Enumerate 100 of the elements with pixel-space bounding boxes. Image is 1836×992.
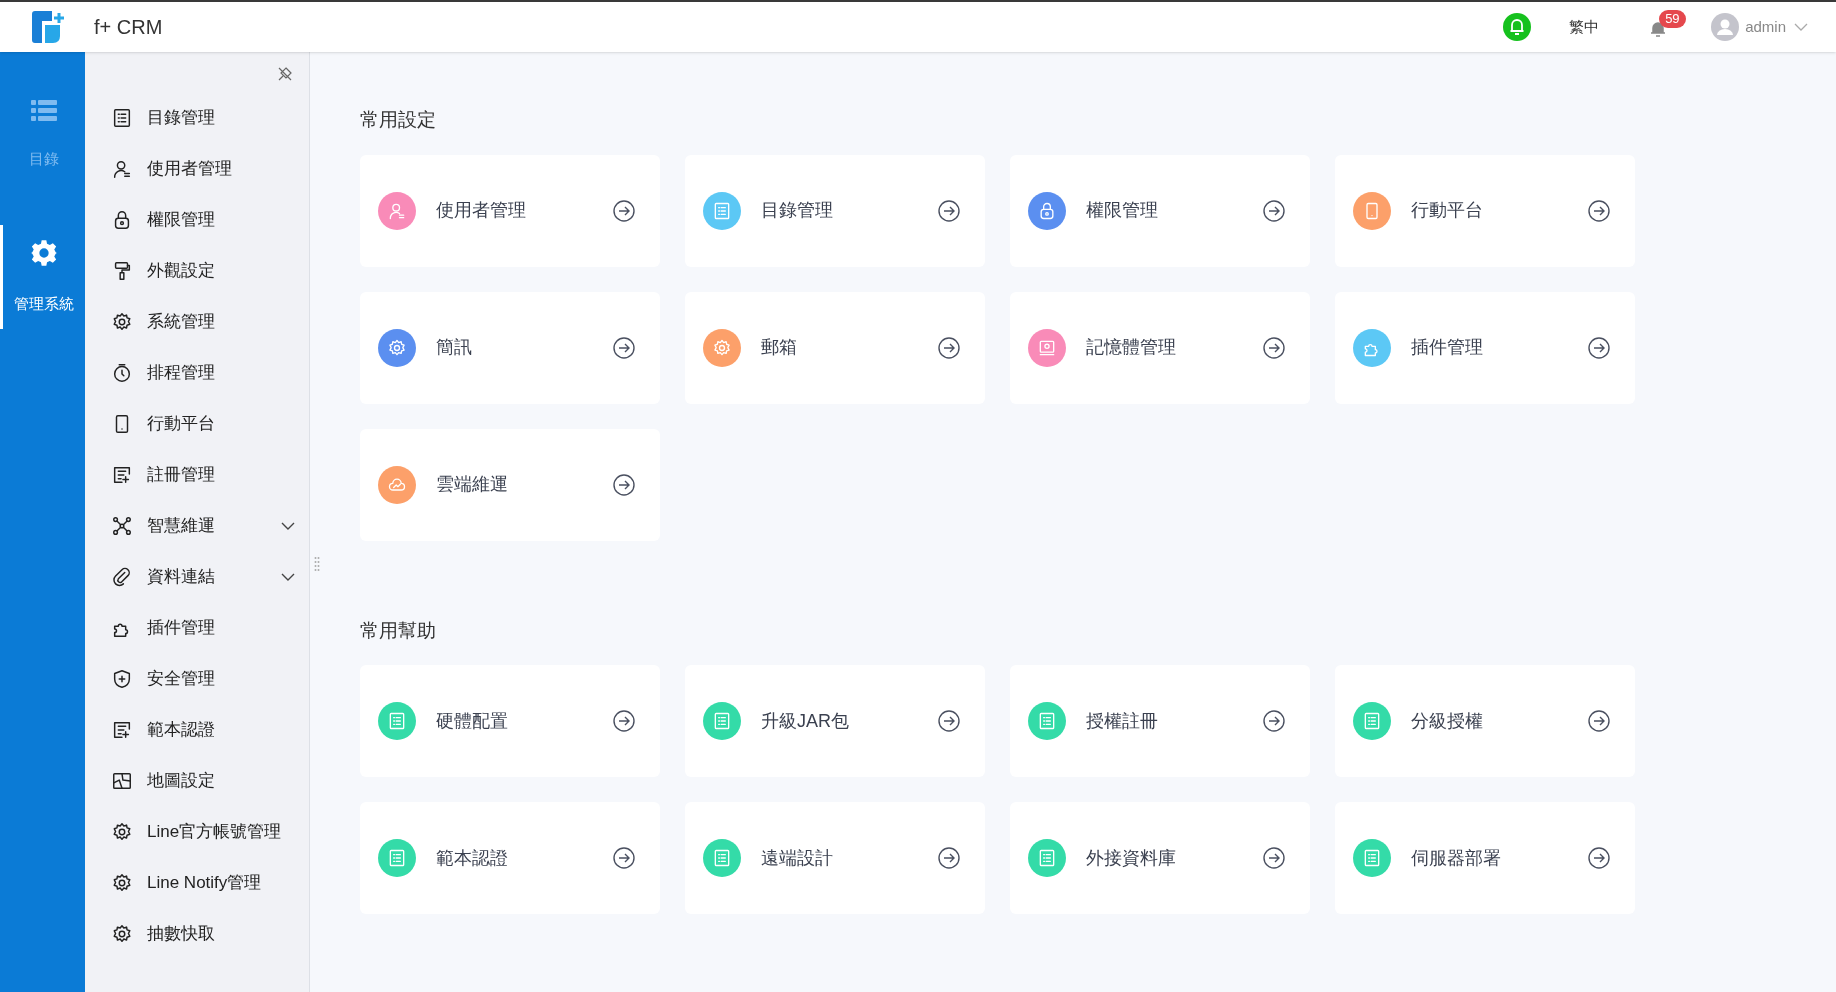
menu-item[interactable]: 使用者管理 bbox=[85, 143, 309, 194]
arrow-right-circle-icon[interactable] bbox=[938, 336, 960, 359]
arrow-right-circle-icon[interactable] bbox=[1588, 199, 1610, 222]
arrow-right-circle-icon[interactable] bbox=[1588, 847, 1610, 869]
card-label: 遠端設計 bbox=[761, 846, 833, 870]
list-icon bbox=[1362, 848, 1382, 868]
list-icon bbox=[712, 200, 732, 221]
arrow-right-circle-icon[interactable] bbox=[1588, 336, 1610, 359]
chevron-down-icon[interactable] bbox=[281, 572, 295, 581]
shortcut-card[interactable]: 行動平台 bbox=[1335, 154, 1635, 267]
menu-item[interactable]: Line Notify管理 bbox=[85, 857, 309, 908]
arrow-right-circle-icon[interactable] bbox=[1263, 710, 1285, 732]
gear-icon bbox=[111, 922, 133, 945]
arrow-right-circle-icon[interactable] bbox=[613, 710, 635, 732]
timer-icon bbox=[111, 361, 133, 384]
shortcut-card[interactable]: 目錄管理 bbox=[685, 154, 985, 267]
gear-icon bbox=[387, 337, 407, 358]
menu-item[interactable]: 系統管理 bbox=[85, 296, 309, 347]
shortcut-card[interactable]: 插件管理 bbox=[1335, 291, 1635, 404]
menu-item[interactable]: 地圖設定 bbox=[85, 755, 309, 806]
notification-bell-icon[interactable] bbox=[1649, 20, 1668, 38]
arrow-right-circle-icon[interactable] bbox=[938, 710, 960, 732]
card-label: 行動平台 bbox=[1411, 199, 1483, 222]
notification-count: 59 bbox=[1659, 10, 1686, 28]
gear-icon bbox=[111, 820, 133, 843]
card-label: 外接資料庫 bbox=[1086, 846, 1176, 870]
card-label: 範本認證 bbox=[436, 846, 508, 870]
arrow-right-circle-icon[interactable] bbox=[1263, 199, 1285, 222]
arrow-right-circle-icon[interactable] bbox=[613, 336, 635, 359]
card-label: 授權註冊 bbox=[1086, 709, 1158, 733]
shield-icon bbox=[111, 667, 133, 690]
gear-icon bbox=[111, 871, 133, 894]
arrow-right-circle-icon[interactable] bbox=[613, 199, 635, 222]
shortcut-card[interactable]: 分級授權 bbox=[1335, 665, 1635, 777]
menu-item[interactable]: 資料連結 bbox=[85, 551, 309, 602]
arrow-right-circle-icon[interactable] bbox=[1263, 847, 1285, 869]
shortcut-card[interactable]: 記憶體管理 bbox=[1010, 291, 1310, 404]
menu-item[interactable]: 插件管理 bbox=[85, 602, 309, 653]
list-icon bbox=[1037, 848, 1057, 868]
menu-item[interactable]: 外觀設定 bbox=[85, 245, 309, 296]
menu-item[interactable]: 註冊管理 bbox=[85, 449, 309, 500]
user-name[interactable]: admin bbox=[1745, 15, 1786, 39]
arrow-right-circle-icon[interactable] bbox=[1588, 710, 1610, 732]
menu-item[interactable]: 權限管理 bbox=[85, 194, 309, 245]
section-title: 常用幫助 bbox=[360, 618, 437, 643]
gear-icon bbox=[111, 310, 133, 333]
shortcut-card[interactable]: 簡訊 bbox=[360, 291, 660, 404]
menu-item[interactable]: 安全管理 bbox=[85, 653, 309, 704]
resize-handle-icon[interactable] bbox=[314, 556, 320, 572]
paperclip-icon bbox=[111, 565, 133, 588]
menu-item[interactable]: 範本認證 bbox=[85, 704, 309, 755]
arrow-right-circle-icon[interactable] bbox=[613, 847, 635, 869]
card-label: 簡訊 bbox=[436, 336, 472, 359]
card-label: 插件管理 bbox=[1411, 336, 1483, 359]
shortcut-card[interactable]: 硬體配置 bbox=[360, 665, 660, 777]
list-icon bbox=[1362, 711, 1382, 731]
menu-item[interactable]: 目錄管理 bbox=[85, 92, 309, 143]
unpin-icon[interactable] bbox=[277, 66, 293, 82]
arrow-right-circle-icon[interactable] bbox=[1263, 336, 1285, 359]
arrow-right-circle-icon[interactable] bbox=[938, 199, 960, 222]
shortcut-card[interactable]: 範本認證 bbox=[360, 802, 660, 914]
shortcut-card[interactable]: 雲端維運 bbox=[360, 428, 660, 541]
card-label: 記憶體管理 bbox=[1086, 336, 1176, 359]
menu-item[interactable]: Line官方帳號管理 bbox=[85, 806, 309, 857]
card-label: 硬體配置 bbox=[436, 709, 508, 733]
network-icon bbox=[111, 514, 133, 537]
chevron-down-icon[interactable] bbox=[281, 521, 295, 530]
card-label: 雲端維運 bbox=[436, 473, 508, 496]
shortcut-card[interactable]: 權限管理 bbox=[1010, 154, 1310, 267]
list-icon bbox=[387, 711, 407, 731]
section-title: 常用設定 bbox=[360, 108, 437, 132]
arrow-right-circle-icon[interactable] bbox=[613, 473, 635, 496]
list-icon bbox=[387, 848, 407, 868]
shortcut-card[interactable]: 使用者管理 bbox=[360, 154, 660, 267]
list-icon bbox=[1037, 711, 1057, 731]
card-label: 伺服器部署 bbox=[1411, 846, 1501, 870]
list-icon bbox=[712, 711, 732, 731]
app-title: f+ CRM bbox=[94, 15, 163, 40]
card-label: 權限管理 bbox=[1086, 199, 1158, 222]
shortcut-card[interactable]: 授權註冊 bbox=[1010, 665, 1310, 777]
arrow-right-circle-icon[interactable] bbox=[938, 847, 960, 869]
language-text[interactable]: 繁中 bbox=[1569, 15, 1600, 39]
shortcut-card[interactable]: 郵箱 bbox=[685, 291, 985, 404]
menu-item[interactable]: 抽數快取 bbox=[85, 908, 309, 959]
menu-item[interactable]: 行動平台 bbox=[85, 398, 309, 449]
card-label: 升級JAR包 bbox=[761, 709, 849, 733]
list-icon bbox=[111, 106, 133, 129]
list-icon bbox=[712, 848, 732, 868]
shortcut-card[interactable]: 外接資料庫 bbox=[1010, 802, 1310, 914]
menu-item[interactable]: 智慧維運 bbox=[85, 500, 309, 551]
shortcut-card[interactable]: 遠端設計 bbox=[685, 802, 985, 914]
gear-icon bbox=[30, 238, 58, 267]
list-icon bbox=[31, 100, 57, 122]
shortcut-card[interactable]: 升級JAR包 bbox=[685, 665, 985, 777]
card-label: 目錄管理 bbox=[761, 199, 833, 222]
card-label: 郵箱 bbox=[761, 336, 797, 359]
card-label: 分級授權 bbox=[1411, 709, 1483, 733]
menu-item[interactable]: 排程管理 bbox=[85, 347, 309, 398]
shortcut-card[interactable]: 伺服器部署 bbox=[1335, 802, 1635, 914]
gear-icon bbox=[712, 337, 732, 358]
